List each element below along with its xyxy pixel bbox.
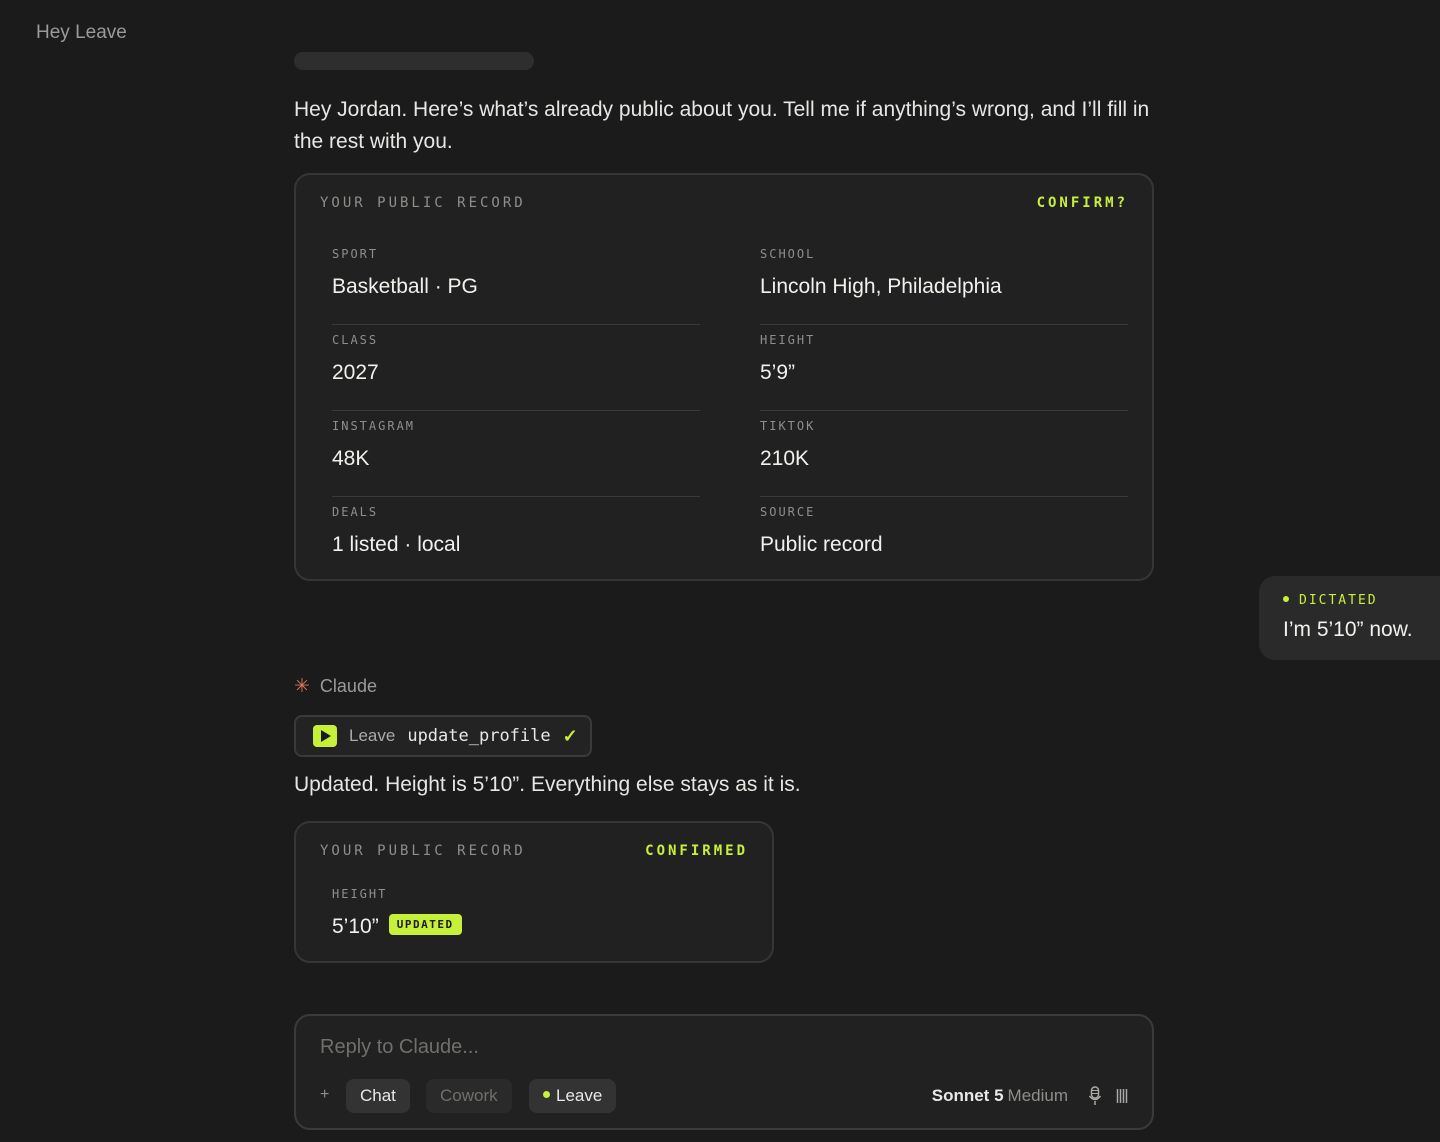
mode-label: Chat xyxy=(360,1086,396,1105)
field-value: 5’9” xyxy=(760,361,796,384)
mode-chat-button[interactable]: Chat xyxy=(346,1079,410,1113)
field-label: DEALS xyxy=(332,505,379,519)
field-label: SOURCE xyxy=(760,505,816,519)
mode-label: Leave xyxy=(556,1086,603,1105)
mode-cowork-button[interactable]: Cowork xyxy=(426,1079,512,1113)
field-deals[interactable]: DEALS 1 listed · local xyxy=(332,497,700,583)
field-label: HEIGHT xyxy=(760,333,816,347)
play-icon xyxy=(313,725,337,747)
microphone-icon[interactable] xyxy=(1088,1086,1102,1106)
claude-star-icon: ✳ xyxy=(294,676,310,697)
tool-source: Leave xyxy=(349,726,396,745)
field-value: 48K xyxy=(332,447,370,470)
mode-leave-button[interactable]: Leave xyxy=(529,1079,617,1113)
add-attachment-icon[interactable]: + xyxy=(320,1086,329,1104)
updated-badge: UPDATED xyxy=(388,913,462,935)
field-value: 5’10” xyxy=(332,915,379,938)
reply-input[interactable]: Reply to Claude... xyxy=(320,1036,479,1059)
field-height[interactable]: HEIGHT 5’9” xyxy=(760,325,1128,411)
field-value: Public record xyxy=(760,533,883,556)
model-selector[interactable]: Sonnet 5 Medium xyxy=(932,1086,1068,1106)
field-value-row: 5’10” UPDATED xyxy=(332,913,462,939)
field-instagram[interactable]: INSTAGRAM 48K xyxy=(332,411,700,497)
model-name: Sonnet 5 xyxy=(931,1086,1004,1105)
confirmed-record-card: YOUR PUBLIC RECORD CONFIRMED HEIGHT 5’10… xyxy=(294,821,774,963)
confirmed-status: CONFIRMED xyxy=(645,843,748,859)
dictated-label: DICTATED xyxy=(1299,593,1378,608)
field-value: 2027 xyxy=(332,361,379,384)
check-icon: ✓ xyxy=(562,725,578,746)
field-class[interactable]: CLASS 2027 xyxy=(332,325,700,411)
field-label: TIKTOK xyxy=(760,419,816,433)
app-title: Hey Leave xyxy=(36,22,127,43)
dictated-tag: DICTATED xyxy=(1283,593,1378,608)
tool-function: update_profile xyxy=(407,726,551,746)
field-label: CLASS xyxy=(332,333,379,347)
voice-mode-icon[interactable] xyxy=(1116,1088,1128,1104)
card-header: YOUR PUBLIC RECORD CONFIRMED xyxy=(320,843,748,859)
field-school[interactable]: SCHOOL Lincoln High, Philadelphia xyxy=(760,239,1128,325)
tool-call-chip[interactable]: Leave update_profile ✓ xyxy=(294,715,592,757)
user-message-bubble: DICTATED I’m 5’10” now. xyxy=(1259,576,1440,660)
field-value: Lincoln High, Philadelphia xyxy=(760,275,1002,298)
model-effort: Medium xyxy=(1007,1086,1068,1105)
card-title: YOUR PUBLIC RECORD xyxy=(320,195,526,211)
assistant-header: ✳ Claude xyxy=(294,675,377,698)
field-source[interactable]: SOURCE Public record xyxy=(760,497,1128,583)
loading-bar xyxy=(294,52,534,70)
field-sport[interactable]: SPORT Basketball · PG xyxy=(332,239,700,325)
public-record-card: YOUR PUBLIC RECORD CONFIRM? SPORT Basket… xyxy=(294,173,1154,581)
field-height-updated: HEIGHT 5’10” UPDATED xyxy=(332,879,732,965)
field-value: 1 listed · local xyxy=(332,533,461,556)
assistant-intro-message: Hey Jordan. Here’s what’s already public… xyxy=(294,98,1150,153)
field-label: SCHOOL xyxy=(760,247,816,261)
card-header: YOUR PUBLIC RECORD CONFIRM? xyxy=(320,195,1128,211)
field-label: SPORT xyxy=(332,247,379,261)
field-value: 210K xyxy=(760,447,810,470)
field-value: Basketball · PG xyxy=(332,275,478,298)
composer: Reply to Claude... + Chat Cowork Leave S… xyxy=(294,1014,1154,1130)
assistant-name: Claude xyxy=(319,676,377,696)
assistant-reply: Updated. Height is 5’10”. Everything els… xyxy=(294,773,801,796)
card-title: YOUR PUBLIC RECORD xyxy=(320,843,526,859)
field-label: INSTAGRAM xyxy=(332,419,416,433)
active-dot-icon xyxy=(543,1091,550,1099)
field-label: HEIGHT xyxy=(332,887,388,901)
confirm-action[interactable]: CONFIRM? xyxy=(1037,195,1128,211)
field-tiktok[interactable]: TIKTOK 210K xyxy=(760,411,1128,497)
mode-label: Cowork xyxy=(440,1086,498,1105)
status-dot-icon xyxy=(1283,595,1289,602)
user-message-text: I’m 5’10” now. xyxy=(1283,618,1413,641)
